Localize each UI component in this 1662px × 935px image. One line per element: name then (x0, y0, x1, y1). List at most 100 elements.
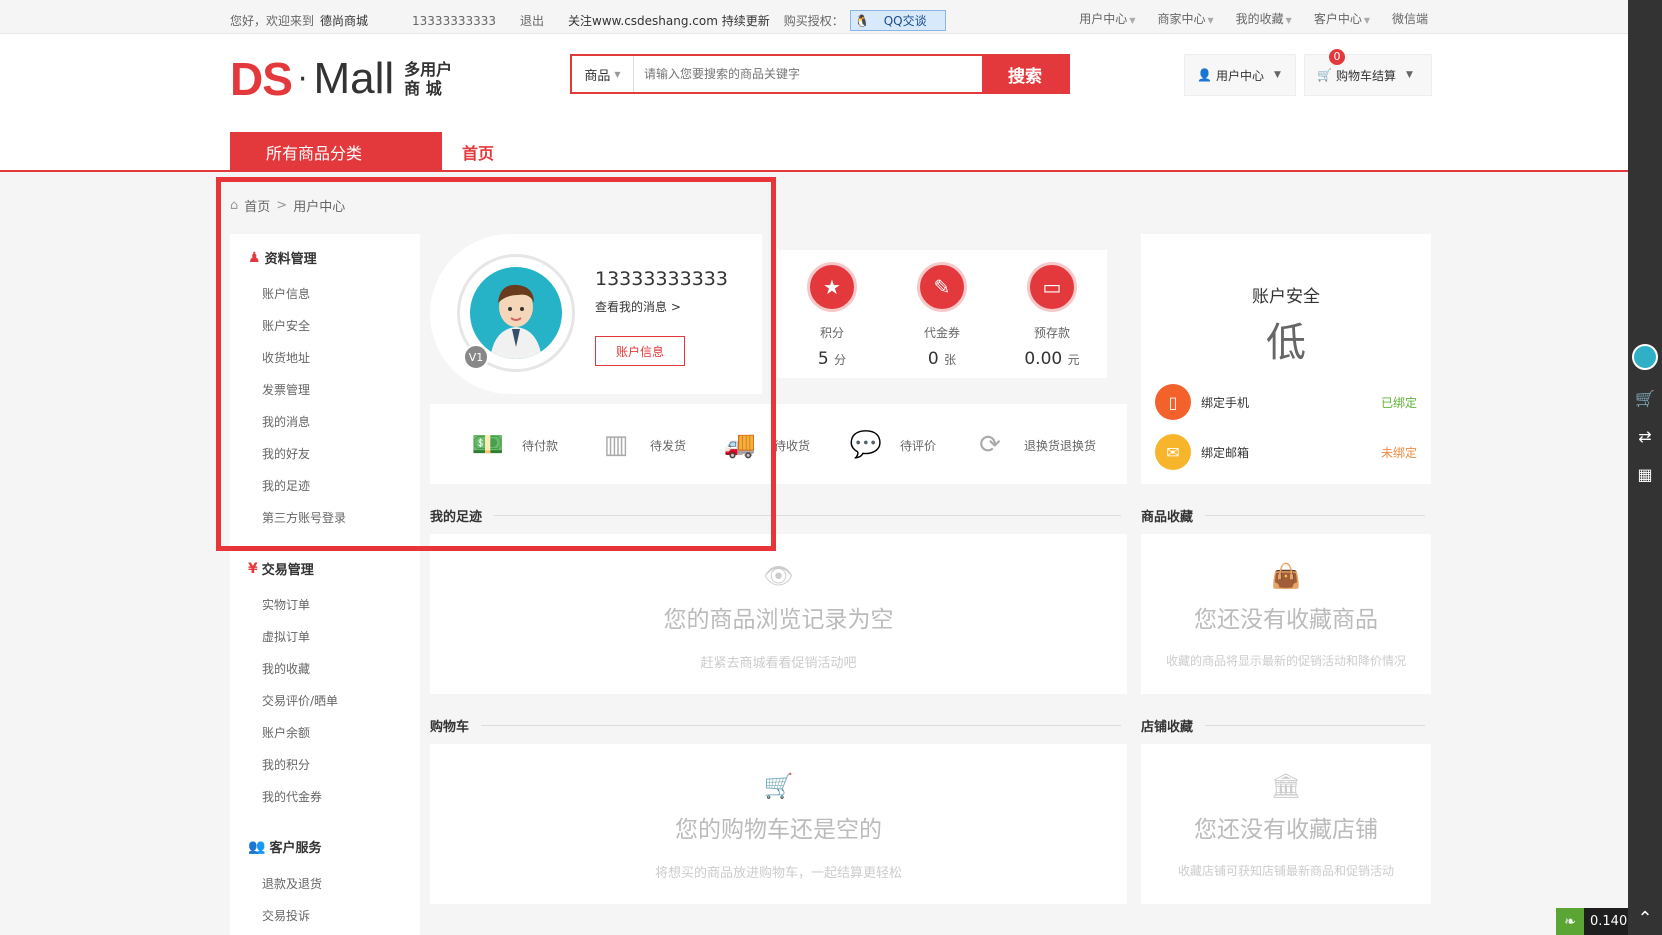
all-categories-button[interactable]: 所有商品分类 (230, 132, 442, 172)
bind-phone-row[interactable]: ▯ 绑定手机 已绑定 (1155, 384, 1417, 420)
search-button[interactable]: 搜索 (982, 56, 1068, 92)
nav-home-link[interactable]: 首页 (462, 140, 494, 164)
follow-text[interactable]: 关注www.csdeshang.com 持续更新 (568, 12, 770, 29)
order-status-label: 待收货 (774, 438, 811, 453)
order-status-label: 待评价 (900, 438, 937, 453)
stat-label: 代金券 (923, 326, 960, 340)
sidebar-item-reviews[interactable]: 交易评价/晒单 (262, 692, 338, 709)
bind-phone-label: 绑定手机 (1201, 395, 1250, 410)
qrcode-icon[interactable]: ▦ (1635, 464, 1655, 484)
sidebar-item-physical-orders[interactable]: 实物订单 (262, 596, 310, 613)
fav-stores-heading: 店铺收藏 (1141, 716, 1426, 735)
qq-chat-button[interactable]: 🐧 QQ交谈 (849, 10, 946, 31)
empty-title: 您的商品浏览记录为空 (663, 607, 894, 633)
bind-email-status: 未绑定 (1380, 445, 1417, 460)
eye-icon: 👁 (763, 562, 794, 590)
bind-phone-status: 已绑定 (1380, 395, 1417, 410)
section-title: 商品收藏 (1141, 510, 1194, 525)
sidebar-item-vouchers[interactable]: 我的代金券 (262, 788, 322, 805)
empty-title: 您的购物车还是空的 (675, 817, 882, 843)
search-bar: 商品▼ 搜索 (570, 54, 1070, 94)
user-center-label: 用户中心 (1215, 68, 1264, 83)
divider (481, 725, 1122, 726)
refresh-icon: ⟳ (979, 430, 1001, 460)
buy-license-text: 购买授权： (783, 14, 844, 28)
caret-down-icon: ▼ (614, 69, 621, 79)
stat-deposit[interactable]: ▭ 预存款 0.00 元 (997, 262, 1107, 369)
caret-down-icon: ▼ (1363, 16, 1370, 25)
security-level: 低 (1266, 320, 1306, 366)
comment-icon: 💬 (849, 430, 883, 460)
empty-hint: 收藏店铺可获知店铺最新商品和促销活动 (1177, 864, 1394, 878)
divider (1205, 515, 1426, 516)
stat-unit: 分 (834, 353, 847, 367)
caret-down-icon: ▼ (1405, 70, 1413, 80)
top-link-favorites[interactable]: 我的收藏 ▼ (1236, 10, 1292, 27)
empty-hint[interactable]: 赶紧去商城看看促销活动吧 (430, 652, 1127, 671)
section-title: 购物车 (430, 720, 470, 735)
bank-icon: 🏛 (1270, 772, 1302, 800)
top-link-user-center[interactable]: 用户中心 ▼ (1079, 10, 1135, 27)
sidebar-item-virtual-orders[interactable]: 虚拟订单 (262, 628, 310, 645)
empty-hint: 将想买的商品放进购物车，一起结算更轻松 (654, 866, 902, 881)
sidebar-item-favorites[interactable]: 我的收藏 (262, 660, 310, 677)
sidebar-group-trade: ¥ 交易管理 (248, 559, 314, 579)
site-name-link[interactable]: 德尚商城 (320, 12, 368, 29)
sidebar-group-title: 客户服务 (269, 841, 322, 856)
card-icon: ▭ (1027, 262, 1077, 312)
top-link-seller-center[interactable]: 商家中心 ▼ (1157, 10, 1213, 27)
logo-sub2: 商 城 (404, 79, 442, 98)
top-link-wechat[interactable]: 微信端 (1392, 10, 1428, 27)
stat-unit: 张 (944, 353, 957, 367)
order-returns[interactable]: ⟳ 退换货退换货 (970, 428, 1096, 462)
sidebar-item-points[interactable]: 我的积分 (262, 756, 310, 773)
right-toolbar: 🛒 ⇄ ▦ ⌃ (1628, 0, 1662, 935)
search-input[interactable] (634, 56, 982, 92)
account-security-card: 账户安全 低 ▯ 绑定手机 已绑定 ✉ 绑定邮箱 未绑定 (1141, 234, 1431, 484)
highlight-annotation-box (216, 177, 776, 551)
sidebar-item-complaints[interactable]: 交易投诉 (262, 907, 310, 924)
back-to-top-icon[interactable]: ⌃ (1635, 908, 1655, 929)
version-widget: ❧ 0.140 (1556, 908, 1628, 935)
sidebar-item-refunds[interactable]: 退款及退货 (262, 875, 322, 892)
cart-icon: 🛒 (763, 772, 794, 800)
top-link-label: 我的收藏 (1235, 12, 1284, 26)
user-center-button[interactable]: 👤 用户中心 ▼ (1184, 54, 1296, 96)
caret-down-icon: ▼ (1285, 16, 1292, 25)
top-link-customer-center[interactable]: 客户中心 ▼ (1314, 10, 1370, 27)
site-logo[interactable]: DS · Mall 多用户商 城 (230, 52, 452, 106)
order-pending-review[interactable]: 💬 待评价 (846, 428, 936, 462)
sidebar-group-title: 交易管理 (261, 563, 314, 578)
search-category-select[interactable]: 商品 ▼ (572, 56, 634, 92)
cart-checkout-label: 购物车结算 (1335, 68, 1396, 83)
user-phone[interactable]: 13333333333 (412, 14, 496, 28)
stat-label: 预存款 (1033, 326, 1070, 340)
footprint-panel: 👁 您的商品浏览记录为空 赶紧去商城看看促销活动吧 (430, 534, 1127, 694)
stat-value: 5 (817, 349, 829, 369)
qq-chat-label: QQ交谈 (883, 14, 927, 28)
bind-email-row[interactable]: ✉ 绑定邮箱 未绑定 (1155, 434, 1417, 470)
user-avatar-icon[interactable] (1632, 344, 1658, 370)
logout-link[interactable]: 退出 (520, 12, 544, 29)
stat-label: 积分 (819, 326, 844, 340)
logo-ds: DS (230, 53, 293, 105)
main-nav: 所有商品分类 首页 (230, 132, 494, 172)
sidebar-group-service: 👥 客户服务 (248, 837, 322, 857)
cart-icon[interactable]: 🛒 (1635, 388, 1655, 408)
caret-down-icon: ▼ (1129, 16, 1136, 25)
fav-stores-panel: 🏛 您还没有收藏店铺 收藏店铺可获知店铺最新商品和促销活动 (1141, 744, 1431, 904)
fav-goods-panel: 👜 您还没有收藏商品 收藏的商品将显示最新的促销活动和降价情况 (1141, 534, 1431, 694)
ticket-icon: ✎ (917, 262, 967, 312)
bind-email-label: 绑定邮箱 (1201, 445, 1250, 460)
stat-points[interactable]: ★ 积分 5 分 (777, 262, 887, 369)
stat-value-row: 0 张 (887, 349, 997, 369)
compare-icon[interactable]: ⇄ (1635, 426, 1655, 446)
version-text: 0.140 (1590, 914, 1628, 929)
cart-panel: 🛒 您的购物车还是空的 将想买的商品放进购物车，一起结算更轻松 (430, 744, 1127, 904)
cart-checkout-button[interactable]: 0 🛒 购物车结算 ▼ (1304, 49, 1432, 96)
section-title: 店铺收藏 (1141, 720, 1194, 735)
top-link-label: 用户中心 (1079, 12, 1128, 26)
shopping-bag-icon: 👜 (1271, 562, 1301, 590)
stat-vouchers[interactable]: ✎ 代金券 0 张 (887, 262, 997, 369)
sidebar-item-balance[interactable]: 账户余额 (262, 724, 310, 741)
